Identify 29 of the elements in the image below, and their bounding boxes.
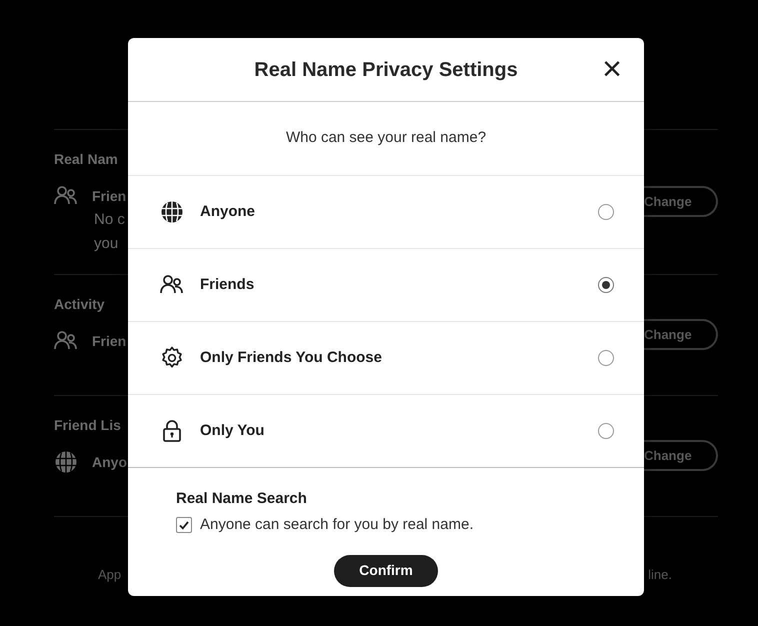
setting-description: you: [94, 234, 118, 254]
footer-text: App: [98, 566, 122, 584]
setting-value: Anyo: [92, 452, 127, 472]
radio-button[interactable]: [598, 350, 614, 366]
section-heading: Activity: [54, 295, 105, 314]
lock-icon: [160, 419, 184, 443]
section-heading: Real Name Search: [176, 489, 307, 509]
radio-button[interactable]: [598, 277, 614, 293]
checkbox[interactable]: [176, 517, 192, 534]
footer-text: line.: [648, 566, 672, 584]
setting-value: Frien: [92, 332, 126, 350]
globe-icon: [160, 200, 184, 224]
privacy-option[interactable]: Friends: [128, 248, 644, 321]
radio-button[interactable]: [598, 204, 614, 220]
question-text: Who can see your real name?: [286, 128, 486, 148]
checkbox-label: Anyone can search for you by real name.: [200, 515, 474, 535]
close-button[interactable]: ×: [600, 54, 624, 84]
setting-value: Frien: [92, 186, 126, 206]
section-heading: Friend Lis: [54, 416, 121, 435]
confirm-button[interactable]: Confirm: [334, 554, 438, 586]
setting-description: No c: [94, 210, 125, 230]
privacy-option[interactable]: Anyone: [128, 175, 644, 248]
section-heading: Real Nam: [54, 150, 118, 169]
radio-button[interactable]: [598, 423, 614, 439]
privacy-option[interactable]: Only You: [128, 394, 644, 467]
privacy-option[interactable]: Only Friends You Choose: [128, 321, 644, 394]
settings-icon: [160, 346, 184, 370]
dialog-title: Real Name Privacy Settings: [254, 58, 518, 82]
globe-icon: [54, 450, 78, 474]
